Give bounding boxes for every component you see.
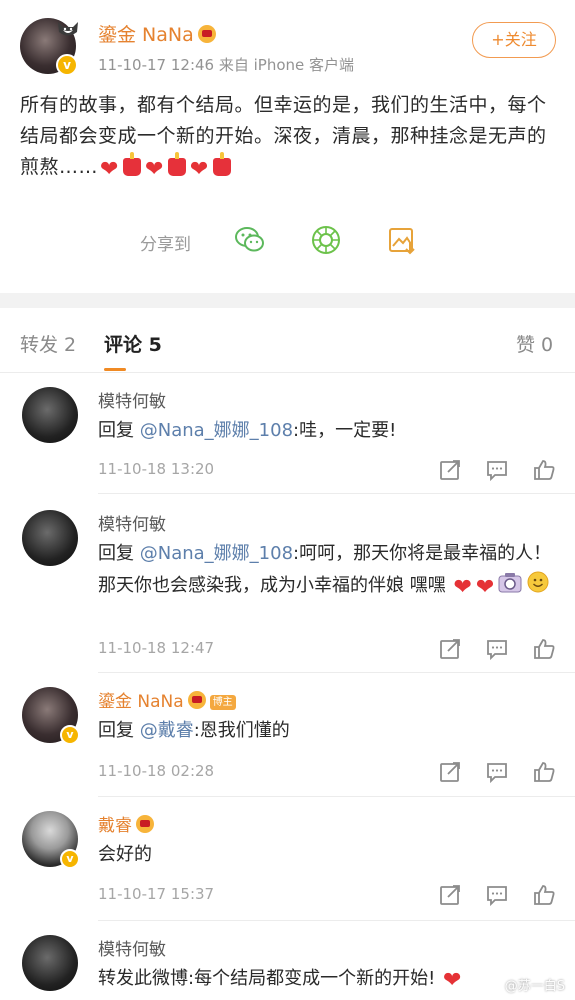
heart-emoji-icon: ❤ xyxy=(189,157,209,182)
commenter-name[interactable]: 模特何敏 xyxy=(98,387,166,412)
wechat-icon[interactable] xyxy=(234,224,266,256)
comment-text: 回复 @Nana_娜娜_108:哇，一定要! xyxy=(98,415,558,447)
comment-text: 转发此微博:每个结局都变成一个新的开始! ❤ xyxy=(98,963,558,995)
candle-emoji-icon xyxy=(212,152,231,176)
husky-badge-icon xyxy=(58,22,78,36)
commenter-avatar[interactable] xyxy=(22,510,78,566)
comment-item: v 戴睿 会好的 11-10-17 15:37 xyxy=(0,797,575,921)
comment-divider xyxy=(98,493,575,494)
comment-icon[interactable] xyxy=(485,760,509,784)
comment-icon[interactable] xyxy=(485,637,509,661)
comment-text: 会好的 xyxy=(98,844,152,865)
tab-likes[interactable]: 赞 0 xyxy=(516,330,553,357)
tab-bar: 转发 2 评论 5 赞 0 xyxy=(0,308,575,373)
share-icon[interactable] xyxy=(438,883,462,907)
reply-prefix: 回复 xyxy=(98,543,140,564)
comment-text: 回复 @Nana_娜娜_108:呵呵，那天你将是最幸福的人！那天你也会感染我，成… xyxy=(98,538,558,602)
post-body: 所有的故事，都有个结局。但幸运的是，我们的生活中，每个结局都会变成一个新的开始。… xyxy=(20,90,560,183)
tab-reposts[interactable]: 转发 2 xyxy=(20,330,76,357)
post-author-name-text: 鎏金 NaNa xyxy=(98,24,194,46)
commenter-name-text: 戴睿 xyxy=(98,816,132,836)
comment-time: 11-10-18 13:20 xyxy=(98,460,215,478)
comment-icon[interactable] xyxy=(485,883,509,907)
crown-icon xyxy=(187,691,206,709)
comment-body: :哇，一定要! xyxy=(293,420,397,441)
share-icon[interactable] xyxy=(438,637,462,661)
comment-text: 回复 @戴睿:恩我们懂的 xyxy=(98,715,558,747)
mention-link[interactable]: @戴睿 xyxy=(140,720,194,741)
heart-emoji-icon: ❤ xyxy=(475,575,495,600)
commenter-name-text: 鎏金 NaNa xyxy=(98,692,184,712)
active-tab-indicator xyxy=(104,368,126,371)
comment-item: 模特何敏 回复 @Nana_娜娜_108:哇，一定要! 11-10-18 13:… xyxy=(0,373,575,494)
comment-item: 模特何敏 转发此微博:每个结局都变成一个新的开始! ❤ xyxy=(0,921,575,1000)
smile-emoji-icon xyxy=(527,571,549,593)
heart-emoji-icon: ❤ xyxy=(453,575,472,600)
comment-time: 11-10-18 02:28 xyxy=(98,762,215,780)
like-icon[interactable] xyxy=(532,760,556,784)
commenter-avatar[interactable]: v xyxy=(22,811,80,869)
post-author-name[interactable]: 鎏金 NaNa xyxy=(98,20,216,47)
share-row: 分享到 xyxy=(0,224,575,260)
like-icon[interactable] xyxy=(532,637,556,661)
verified-badge-icon: v xyxy=(60,849,80,869)
heart-emoji-icon: ❤ xyxy=(144,157,164,182)
verified-badge-icon: v xyxy=(60,725,80,745)
heart-emoji-icon: ❤ xyxy=(100,157,119,182)
camera-emoji-icon xyxy=(498,573,522,593)
commenter-name[interactable]: 模特何敏 xyxy=(98,510,166,535)
heart-emoji-icon: ❤ xyxy=(443,968,462,993)
verified-badge-icon: v xyxy=(56,54,78,76)
watermark: @苏一白S xyxy=(504,979,565,994)
save-image-icon[interactable] xyxy=(386,224,418,256)
post-body-text: 所有的故事，都有个结局。但幸运的是，我们的生活中，每个结局都会变成一个新的开始。… xyxy=(20,94,547,178)
comment-time: 11-10-18 12:47 xyxy=(98,639,215,657)
crown-icon xyxy=(197,25,216,43)
like-icon[interactable] xyxy=(532,883,556,907)
moments-icon[interactable] xyxy=(310,224,342,256)
commenter-name[interactable]: 戴睿 xyxy=(98,811,154,836)
comment-body: 转发此微博:每个结局都变成一个新的开始! xyxy=(98,968,436,989)
commenter-avatar[interactable] xyxy=(22,387,78,443)
comment-body: :恩我们懂的 xyxy=(193,720,290,741)
reply-prefix: 回复 xyxy=(98,420,140,441)
follow-button[interactable]: +关注 xyxy=(472,22,556,58)
share-icon[interactable] xyxy=(438,458,462,482)
post-author-avatar[interactable]: v xyxy=(20,18,78,76)
commenter-name[interactable]: 模特何敏 xyxy=(98,935,166,960)
commenter-avatar[interactable] xyxy=(22,935,78,991)
post-meta: 11-10-17 12:46 来自 iPhone 客户端 xyxy=(98,56,355,74)
crown-icon xyxy=(136,815,154,833)
commenter-avatar[interactable]: v xyxy=(22,687,80,745)
comment-time: 11-10-17 15:37 xyxy=(98,885,215,903)
mention-link[interactable]: @Nana_娜娜_108 xyxy=(140,543,293,564)
mention-link[interactable]: @Nana_娜娜_108 xyxy=(140,420,293,441)
tab-comments[interactable]: 评论 5 xyxy=(104,330,162,357)
comment-item: v 鎏金 NaNa 博主 回复 @戴睿:恩我们懂的 11-10-18 02:28 xyxy=(0,673,575,797)
candle-emoji-icon xyxy=(167,152,186,176)
share-icon[interactable] xyxy=(438,760,462,784)
like-icon[interactable] xyxy=(532,458,556,482)
candle-emoji-icon xyxy=(122,152,141,176)
comment-item: 模特何敏 回复 @Nana_娜娜_108:呵呵，那天你将是最幸福的人！那天你也会… xyxy=(0,496,575,673)
share-label: 分享到 xyxy=(140,235,191,255)
reply-prefix: 回复 xyxy=(98,720,140,741)
comment-icon[interactable] xyxy=(485,458,509,482)
host-badge: 博主 xyxy=(209,695,236,710)
commenter-name[interactable]: 鎏金 NaNa 博主 xyxy=(98,687,236,712)
section-divider xyxy=(0,293,575,308)
weibo-post: v 鎏金 NaNa 11-10-17 12:46 来自 iPhone 客户端 +… xyxy=(0,0,575,293)
